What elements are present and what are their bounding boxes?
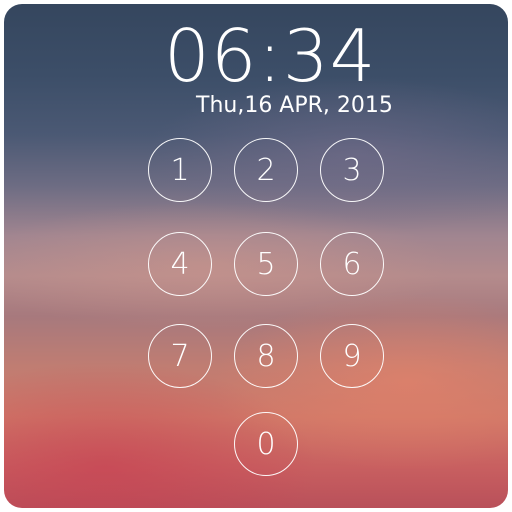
- keypad-key-3[interactable]: 3: [320, 138, 384, 202]
- clock-date: Thu,16 APR, 2015: [196, 93, 393, 118]
- clock-time: 06:34: [164, 14, 377, 98]
- keypad-key-4[interactable]: 4: [148, 232, 212, 296]
- keypad-key-0[interactable]: 0: [234, 412, 298, 476]
- keypad-key-5[interactable]: 5: [234, 232, 298, 296]
- keypad-key-1[interactable]: 1: [148, 138, 212, 202]
- keypad-key-8[interactable]: 8: [234, 324, 298, 388]
- keypad-key-2[interactable]: 2: [234, 138, 298, 202]
- lockscreen-background: 06:34 Thu,16 APR, 2015 1 2 3 4 5 6 7 8 9…: [4, 4, 508, 508]
- keypad-key-6[interactable]: 6: [320, 232, 384, 296]
- keypad-key-7[interactable]: 7: [148, 324, 212, 388]
- keypad-key-9[interactable]: 9: [320, 324, 384, 388]
